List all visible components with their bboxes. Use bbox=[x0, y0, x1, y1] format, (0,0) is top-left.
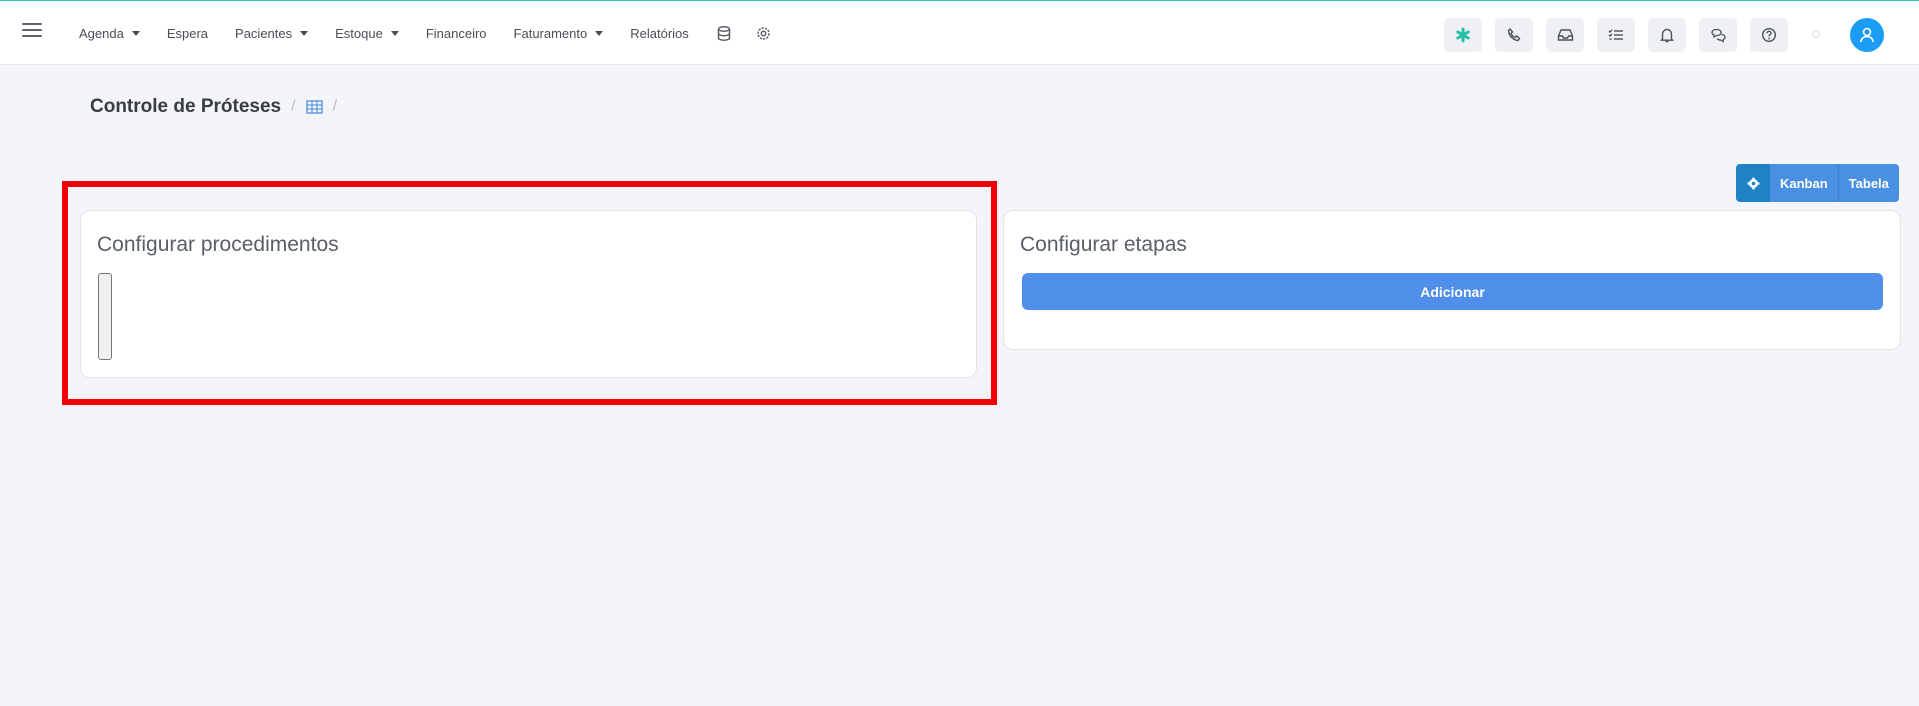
menu-item-label: Relatórios bbox=[630, 25, 689, 41]
main-menu: Agenda Espera Pacientes Estoque Financei… bbox=[79, 1, 796, 65]
breadcrumb-separator: / bbox=[332, 98, 338, 115]
page-title: Controle de Próteses bbox=[90, 96, 282, 117]
view-switcher: Kanban Tabela bbox=[1736, 164, 1899, 202]
help-icon[interactable] bbox=[1750, 18, 1788, 52]
task-list-icon[interactable] bbox=[1597, 18, 1635, 52]
menu-item-pacientes[interactable]: Pacientes bbox=[235, 25, 309, 41]
menu-item-label: Agenda bbox=[79, 25, 124, 41]
breadcrumb: Controle de Próteses / / bbox=[90, 96, 347, 118]
chat-icon[interactable] bbox=[1699, 18, 1737, 52]
caret-down-icon bbox=[300, 30, 309, 36]
status-dot bbox=[1812, 30, 1820, 38]
menu-item-estoque[interactable]: Estoque bbox=[335, 26, 399, 41]
kanban-view-button[interactable]: Kanban bbox=[1770, 164, 1838, 202]
menu-item-label: Espera bbox=[166, 25, 209, 41]
hamburger-menu-icon[interactable] bbox=[22, 23, 42, 39]
breadcrumb-separator: / bbox=[291, 98, 296, 115]
caret-down-icon bbox=[595, 30, 604, 36]
menu-item-label: Financeiro bbox=[425, 25, 487, 41]
top-navbar: Agenda Espera Pacientes Estoque Financei… bbox=[0, 1, 1919, 65]
stages-card-title: Configurar etapas bbox=[1020, 233, 1187, 256]
menu-item-financeiro[interactable]: Financeiro bbox=[426, 26, 487, 41]
menu-item-label: Pacientes bbox=[235, 25, 293, 41]
menu-item-espera[interactable]: Espera bbox=[167, 26, 208, 41]
grid-icon[interactable] bbox=[305, 100, 323, 114]
bell-icon[interactable] bbox=[1648, 18, 1686, 52]
caret-down-icon bbox=[390, 30, 399, 36]
menu-item-agenda[interactable]: Agenda bbox=[79, 26, 140, 41]
menu-item-label: Estoque bbox=[335, 25, 383, 41]
procedures-list-box[interactable] bbox=[98, 273, 112, 360]
gear-icon[interactable] bbox=[1736, 164, 1770, 202]
inbox-icon[interactable] bbox=[1546, 18, 1584, 52]
add-stage-button[interactable]: Adicionar bbox=[1022, 273, 1883, 310]
settings-icon[interactable] bbox=[756, 25, 772, 41]
header-actions bbox=[1444, 18, 1904, 52]
stages-card: Configurar etapas Adicionar bbox=[1003, 210, 1901, 350]
database-icon[interactable] bbox=[716, 25, 732, 41]
user-avatar-icon[interactable] bbox=[1850, 18, 1884, 52]
menu-item-faturamento[interactable]: Faturamento bbox=[514, 26, 604, 41]
table-view-button[interactable]: Tabela bbox=[1837, 164, 1899, 202]
menu-item-label: Faturamento bbox=[513, 25, 588, 41]
asterisk-icon[interactable] bbox=[1444, 18, 1482, 52]
procedures-card-title: Configurar procedimentos bbox=[97, 233, 339, 256]
caret-down-icon bbox=[131, 30, 140, 36]
phone-icon[interactable] bbox=[1495, 18, 1533, 52]
procedures-card: Configurar procedimentos bbox=[80, 210, 977, 378]
menu-item-relatorios[interactable]: Relatórios bbox=[630, 26, 689, 41]
